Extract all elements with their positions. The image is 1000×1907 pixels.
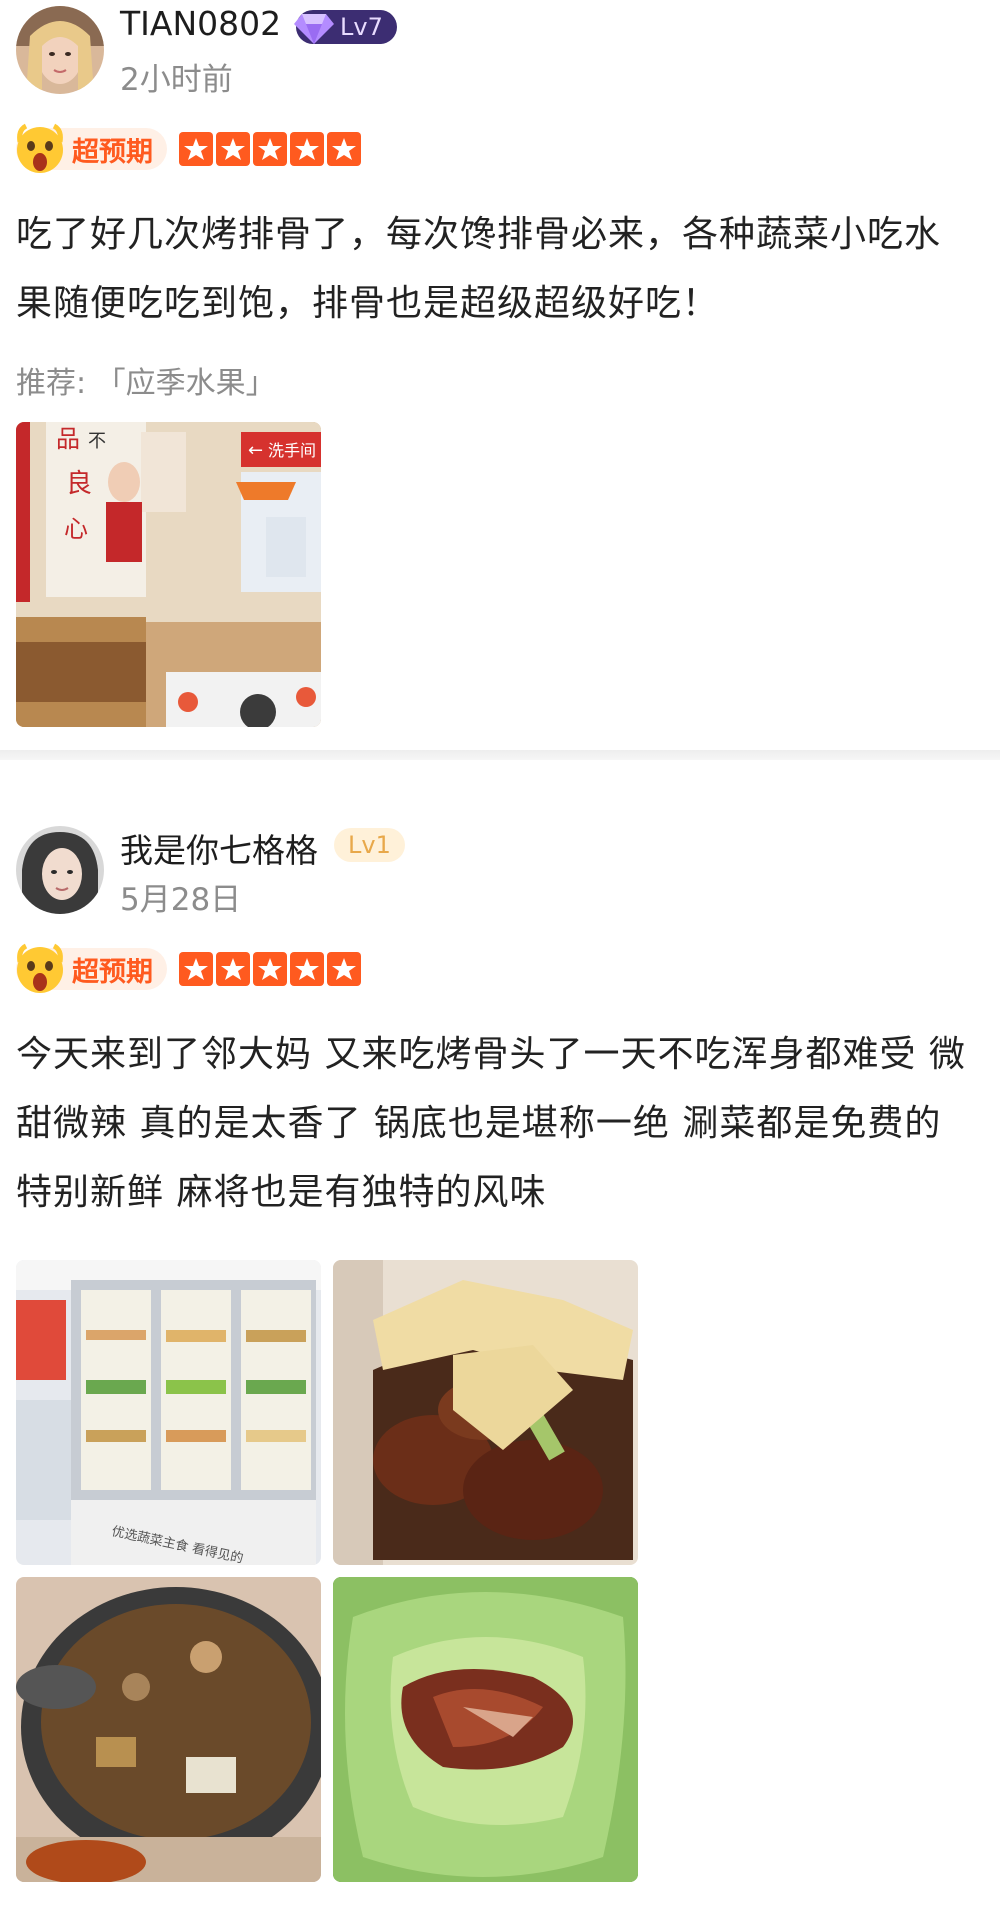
- level-badge: Lv1: [334, 828, 405, 862]
- sign-text: 洗手间: [268, 441, 316, 460]
- star-icon: [327, 952, 361, 986]
- rating-row: 超预期: [16, 943, 361, 993]
- fridge-display-photo[interactable]: 优选蔬菜主食 看得见的: [16, 1260, 321, 1565]
- username[interactable]: TIAN0802: [120, 4, 281, 43]
- restaurant-interior-photo[interactable]: 品 不 良 心 ← 洗手间: [16, 422, 321, 727]
- star-rating: [179, 952, 361, 986]
- recommend-line: 推荐: 「应季水果」: [16, 358, 276, 402]
- username[interactable]: 我是你七格格: [120, 824, 318, 872]
- rating-pill: 超预期: [16, 123, 167, 173]
- star-icon: [290, 132, 324, 166]
- surprised-face-icon: [17, 123, 63, 173]
- recommend-prefix: 推荐:: [16, 366, 96, 401]
- review-card: 我是你七格格 Lv1 5月28日 超预期 今天来到了邻大妈 又来吃烤骨头了一天不…: [0, 760, 1000, 1907]
- rating-label: 超预期: [72, 136, 153, 168]
- level-label: Lv1: [348, 831, 391, 859]
- surprised-face-icon: [17, 943, 63, 993]
- level-badge: Lv7: [294, 10, 397, 44]
- poster-text: 品: [56, 425, 80, 453]
- diamond-icon: [294, 14, 334, 44]
- grilled-ribs-photo[interactable]: [333, 1260, 638, 1565]
- star-rating: [179, 132, 361, 166]
- star-icon: [327, 132, 361, 166]
- poster-text: 不: [88, 431, 106, 452]
- star-icon: [179, 952, 213, 986]
- section-divider: [0, 750, 1000, 760]
- lettuce-meat-photo[interactable]: [333, 1577, 638, 1882]
- user-avatar[interactable]: [16, 6, 104, 94]
- recommend-item[interactable]: 「应季水果」: [96, 366, 276, 401]
- user-avatar[interactable]: [16, 826, 104, 914]
- star-icon: [290, 952, 324, 986]
- rating-row: 超预期: [16, 123, 361, 173]
- star-icon: [216, 952, 250, 986]
- review-text: 吃了好几次烤排骨了，每次馋排骨必来，各种蔬菜小吃水果随便吃吃到饱，排骨也是超级超…: [16, 214, 942, 324]
- star-icon: [216, 132, 250, 166]
- star-icon: [179, 132, 213, 166]
- review-text: 今天来到了邻大妈 又来吃烤骨头了一天不吃浑身都难受 微甜微辣 真的是太香了 锅底…: [16, 1034, 966, 1213]
- level-label: Lv7: [340, 13, 383, 41]
- star-icon: [253, 952, 287, 986]
- review-card: TIAN0802 Lv7 2小时前 超预期 吃了好几次烤排骨了，每次馋排骨必来，…: [0, 0, 1000, 750]
- star-icon: [253, 132, 287, 166]
- poster-text: 良: [66, 469, 92, 499]
- hotpot-photo[interactable]: [16, 1577, 321, 1882]
- sign-arrow: ←: [248, 440, 263, 461]
- rating-pill: 超预期: [16, 943, 167, 993]
- rating-label: 超预期: [72, 956, 153, 988]
- poster-text: 心: [64, 515, 88, 543]
- review-time: 5月28日: [120, 882, 242, 918]
- review-time: 2小时前: [120, 62, 233, 98]
